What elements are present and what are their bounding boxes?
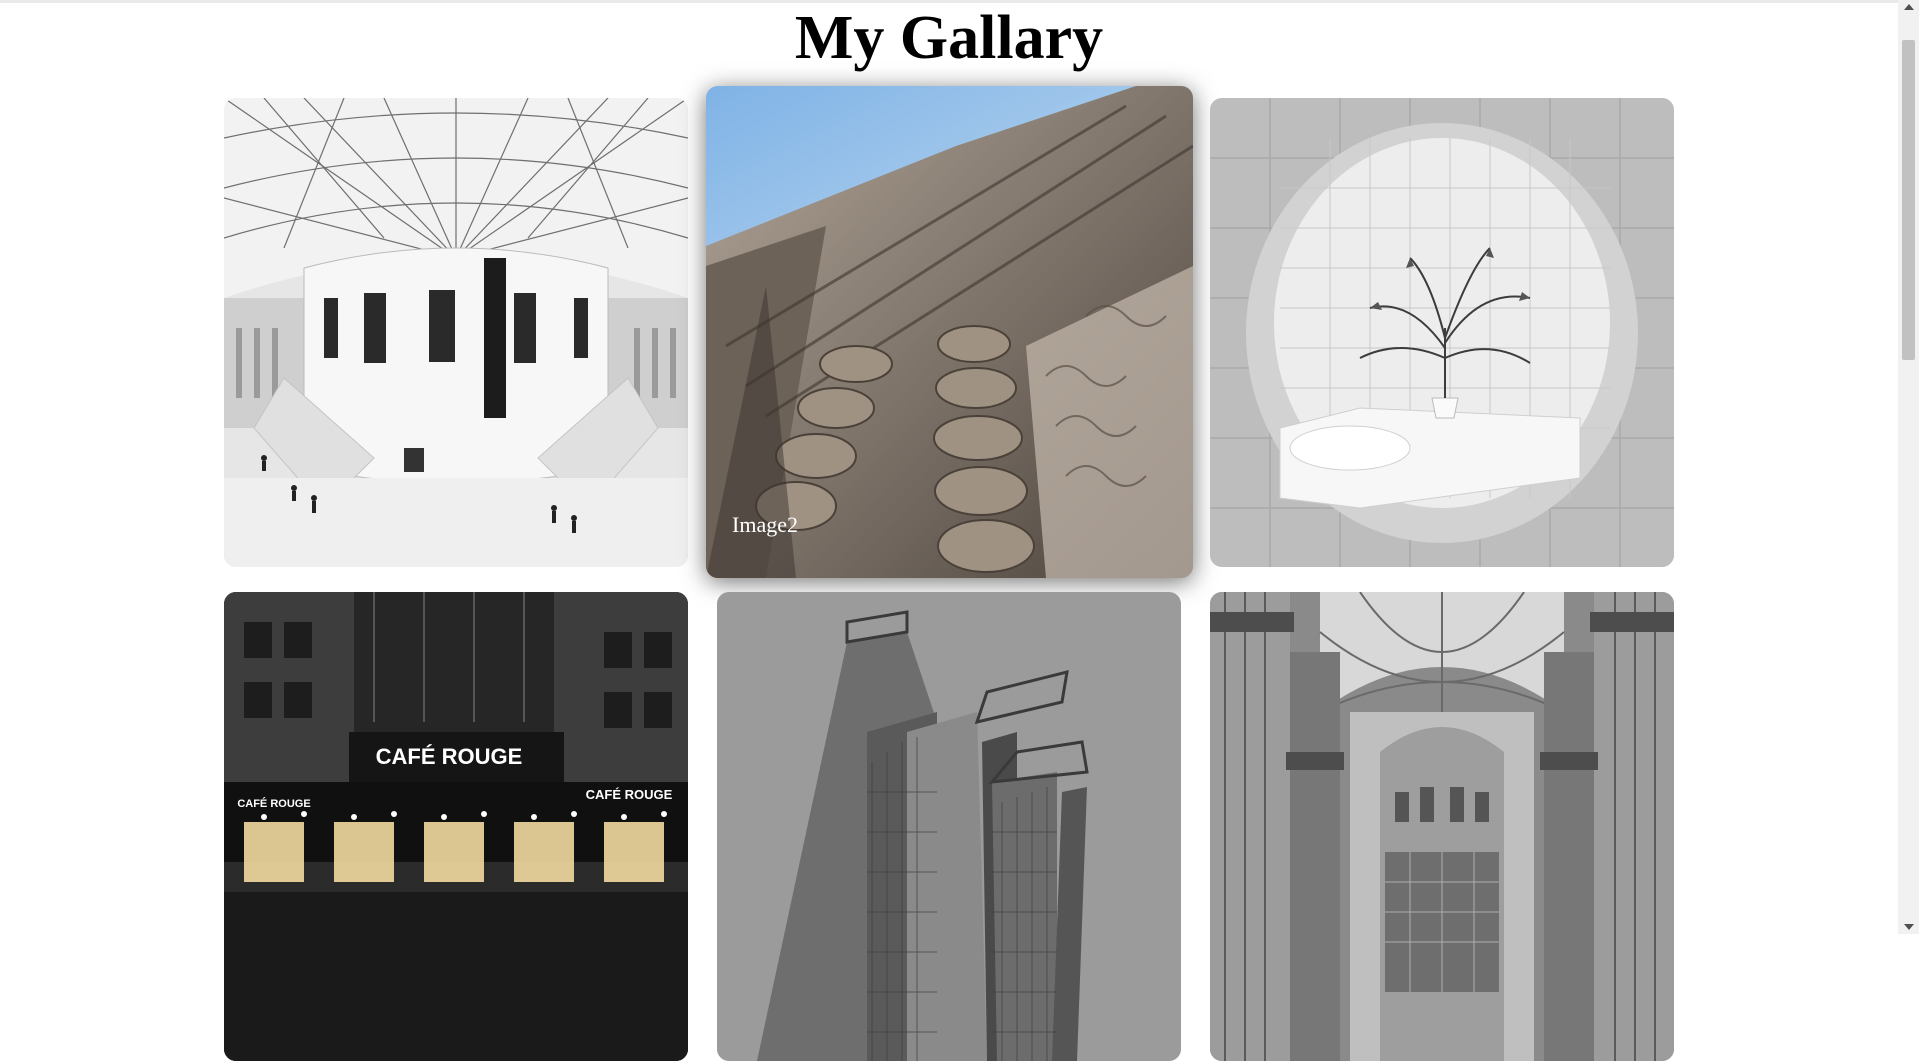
cafe-sign-right: CAFÉ ROUGE <box>586 787 673 802</box>
gallery-card-4[interactable]: CAFÉ ROUGE CAFÉ ROUGE CAFÉ ROUGE <box>224 592 688 1061</box>
scrollbar-thumb[interactable] <box>1902 40 1915 360</box>
column-facade-image <box>706 86 1193 578</box>
tiled-room-plant-image <box>1210 98 1674 567</box>
gallery-card-5[interactable] <box>717 592 1181 1061</box>
vertical-scrollbar[interactable] <box>1898 0 1919 934</box>
gallery-card-2[interactable]: Image2 <box>706 86 1193 578</box>
gallery-grid: Image2 CAFÉ ROUGE CAFÉ ROUGE CAFÉ ROUGE <box>0 0 1898 1061</box>
rotunda-image <box>224 98 688 567</box>
gallery-card-1[interactable] <box>224 98 688 567</box>
cafe-sign-main: CAFÉ ROUGE <box>376 744 523 769</box>
cafe-rouge-image: CAFÉ ROUGE CAFÉ ROUGE CAFÉ ROUGE <box>224 592 688 1061</box>
gallery-card-6[interactable] <box>1210 592 1674 1061</box>
cathedral-interior-image <box>1210 592 1674 1061</box>
gallery-card-3[interactable] <box>1210 98 1674 567</box>
image-caption: Image2 <box>732 512 798 537</box>
cafe-sign-left: CAFÉ ROUGE <box>237 797 310 810</box>
skyscraper-image <box>717 592 1181 1061</box>
scroll-up-arrow-icon[interactable] <box>1904 4 1914 10</box>
scroll-down-arrow-icon[interactable] <box>1904 924 1914 930</box>
